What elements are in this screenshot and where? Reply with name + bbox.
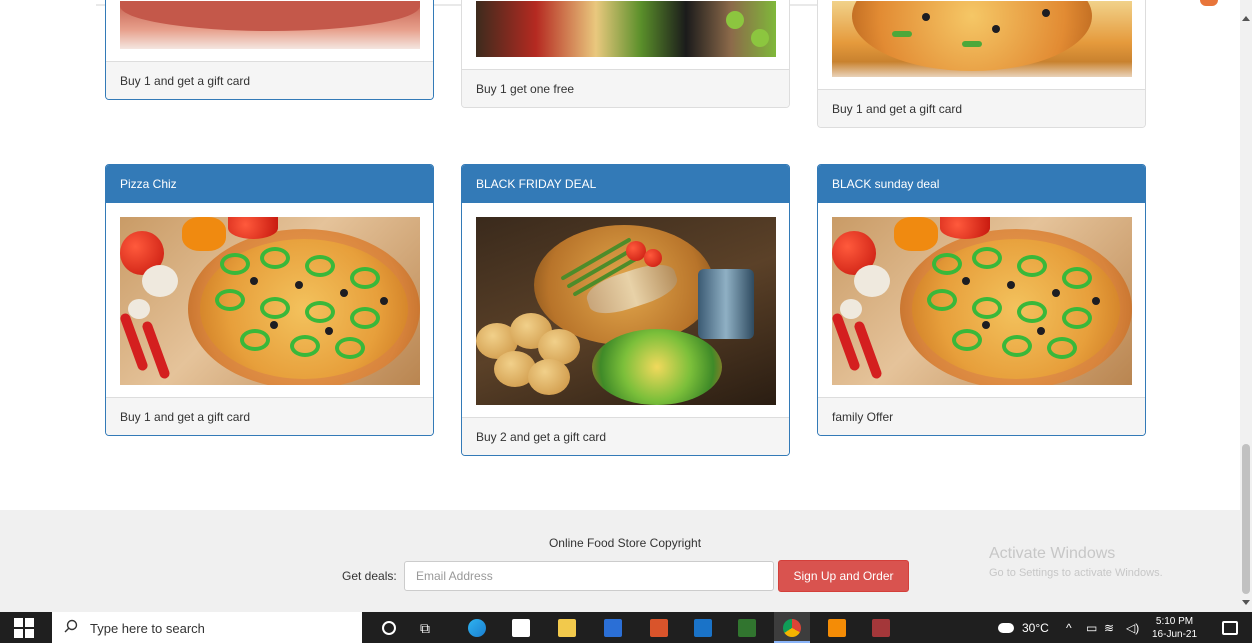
deal-image	[476, 1, 776, 57]
deal-text: family Offer	[832, 410, 894, 424]
battery-icon[interactable]: ▭	[1086, 621, 1097, 635]
signup-order-button[interactable]: Sign Up and Order	[778, 560, 909, 592]
deal-image	[120, 1, 420, 49]
search-placeholder: Type here to search	[90, 621, 205, 636]
pizza-image	[832, 217, 1132, 385]
sublime-icon[interactable]	[828, 619, 846, 637]
deal-footer: family Offer	[818, 397, 1145, 435]
deal-footer: Buy 1 and get a gift card	[106, 397, 433, 435]
access-icon[interactable]	[872, 619, 890, 637]
taskbar-clock[interactable]: 5:10 PM 16-Jun-21	[1152, 615, 1197, 641]
clock-time: 5:10 PM	[1155, 616, 1194, 627]
deal-card-black-friday: BLACK FRIDAY DEAL Buy 2 and get a gift c…	[461, 164, 790, 456]
windows-start-icon[interactable]	[14, 618, 34, 638]
pizza-image	[120, 217, 420, 385]
word-icon[interactable]	[604, 619, 622, 637]
profile-badge	[1200, 0, 1218, 6]
search-icon	[64, 619, 78, 633]
deal-image	[832, 1, 1132, 77]
get-deals-label: Get deals:	[342, 569, 397, 583]
deal-title: BLACK sunday deal	[818, 165, 1145, 203]
windows-taskbar: Type here to search ⧉ 30°C ^ ▭ ≋ ◁) 5:10…	[0, 612, 1252, 643]
deal-card-pizza-chiz: Pizza Chiz Buy 1 and get a gift card	[105, 164, 434, 436]
scroll-thumb[interactable]	[1242, 444, 1250, 594]
deal-title: BLACK FRIDAY DEAL	[462, 165, 789, 203]
store-icon[interactable]	[512, 619, 530, 637]
weather-cloud-icon	[998, 623, 1014, 633]
file-explorer-icon[interactable]	[558, 619, 576, 637]
deal-text: Buy 2 and get a gift card	[476, 430, 607, 444]
volume-icon[interactable]: ◁)	[1126, 621, 1139, 635]
watermark-subtitle: Go to Settings to activate Windows.	[989, 567, 1163, 579]
task-view-icon[interactable]: ⧉	[420, 619, 430, 637]
deal-text: Buy 1 and get a gift card	[120, 410, 251, 424]
project-icon[interactable]	[738, 619, 756, 637]
watermark-title: Activate Windows	[989, 545, 1116, 562]
scroll-up-arrow-icon[interactable]	[1242, 16, 1250, 21]
platter-image	[476, 217, 776, 405]
tray-chevron-icon[interactable]: ^	[1066, 621, 1072, 635]
outlook-icon[interactable]	[694, 619, 712, 637]
deal-text: Buy 1 get one free	[476, 82, 575, 96]
deal-text: Buy 1 and get a gift card	[120, 74, 251, 88]
deal-title: Pizza Chiz	[106, 165, 433, 203]
site-footer: Online Food Store Copyright Get deals: E…	[0, 510, 1240, 612]
deal-footer: Buy 1 get one free	[462, 69, 789, 107]
deal-card-black-sunday: BLACK sunday deal family Offer	[817, 164, 1146, 436]
edge-icon[interactable]	[468, 619, 486, 637]
clock-date: 16-Jun-21	[1152, 629, 1198, 640]
notification-icon[interactable]	[1222, 621, 1238, 635]
deal-footer: Buy 1 and get a gift card	[818, 89, 1145, 127]
deal-footer: Buy 2 and get a gift card	[462, 417, 789, 455]
chrome-icon[interactable]	[783, 619, 801, 637]
activate-windows-watermark: Activate Windows Go to Settings to activ…	[989, 545, 1163, 579]
page-scrollbar[interactable]	[1240, 0, 1252, 612]
scroll-down-arrow-icon[interactable]	[1242, 600, 1250, 605]
email-input[interactable]: Email Address	[404, 561, 774, 591]
taskbar-search[interactable]: Type here to search	[52, 612, 362, 643]
weather-temperature[interactable]: 30°C	[1022, 621, 1049, 635]
powerpoint-icon[interactable]	[650, 619, 668, 637]
deal-text: Buy 1 and get a gift card	[832, 102, 963, 116]
wifi-icon[interactable]: ≋	[1104, 621, 1114, 635]
cortana-icon[interactable]	[382, 621, 396, 635]
deal-card: Buy 1 get one free	[461, 0, 790, 108]
deal-card: Buy 1 and get a gift card	[817, 0, 1146, 128]
deal-card: Buy 1 and get a gift card	[105, 0, 434, 100]
deal-footer: Buy 1 and get a gift card	[106, 61, 433, 99]
